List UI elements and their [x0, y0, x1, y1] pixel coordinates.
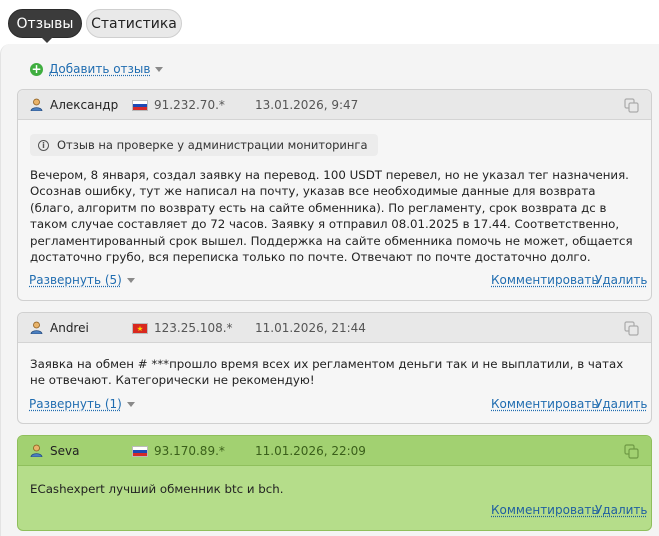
review-author: Александр [50, 98, 119, 112]
copy-icon[interactable] [624, 98, 639, 113]
expand-comments-link[interactable]: Развернуть (1) [29, 397, 135, 411]
review-header: Andrei 123.25.108.* 11.01.2026, 21:44 [18, 313, 651, 343]
flag-russia-icon [132, 100, 148, 111]
review-author: Seva [50, 444, 80, 458]
chevron-down-icon [155, 66, 164, 72]
review-card-positive: Seva 93.170.89.* 11.01.2026, 22:09 ECash… [17, 435, 652, 531]
expand-comments-label: Развернуть (5) [29, 273, 122, 287]
comment-link[interactable]: Комментировать [491, 273, 598, 287]
add-review-label: Добавить отзыв [49, 62, 151, 76]
review-date: 11.01.2026, 21:44 [255, 321, 366, 335]
tab-statistics[interactable]: Статистика [86, 9, 182, 38]
user-icon [30, 321, 43, 334]
chevron-down-icon [126, 278, 135, 283]
user-icon [30, 98, 43, 111]
expand-comments-link[interactable]: Развернуть (5) [29, 273, 135, 287]
review-ip: 91.232.70.* [154, 98, 225, 112]
comment-link[interactable]: Комментировать [491, 503, 598, 517]
review-text: Заявка на обмен # ***прошло время всех и… [30, 357, 624, 388]
add-review-button[interactable]: + Добавить отзыв [30, 60, 164, 78]
chevron-down-icon [126, 402, 135, 407]
review-header: Seva 93.170.89.* 11.01.2026, 22:09 [18, 436, 651, 466]
moderation-notice-text: Отзыв на проверке у администрации монито… [57, 138, 368, 152]
user-icon [30, 444, 43, 457]
review-date: 11.01.2026, 22:09 [255, 444, 366, 458]
delete-link[interactable]: Удалить [595, 273, 648, 287]
delete-link[interactable]: Удалить [595, 503, 648, 517]
info-icon: i [38, 139, 49, 151]
review-author: Andrei [50, 321, 89, 335]
comment-link[interactable]: Комментировать [491, 397, 598, 411]
plus-circle-icon: + [30, 61, 43, 76]
expand-comments-label: Развернуть (1) [29, 397, 122, 411]
flag-vietnam-icon [132, 323, 148, 334]
copy-icon[interactable] [624, 444, 639, 459]
delete-link[interactable]: Удалить [595, 397, 648, 411]
review-ip: 123.25.108.* [154, 321, 233, 335]
review-header: Александр 91.232.70.* 13.01.2026, 9:47 [18, 90, 651, 120]
review-date: 13.01.2026, 9:47 [255, 98, 359, 112]
review-text: ECashexpert лучший обменник btc и bch. [30, 482, 284, 496]
tabs-bar: Отзывы Статистика [0, 0, 659, 44]
flag-russia-icon [132, 446, 148, 457]
copy-icon[interactable] [624, 321, 639, 336]
review-ip: 93.170.89.* [154, 444, 225, 458]
moderation-notice: i Отзыв на проверке у администрации мони… [30, 134, 378, 156]
review-card: Andrei 123.25.108.* 11.01.2026, 21:44 За… [17, 312, 652, 424]
tab-reviews[interactable]: Отзывы [8, 9, 82, 43]
review-text: Вечером, 8 января, создал заявку на пере… [30, 168, 633, 265]
review-card: Александр 91.232.70.* 13.01.2026, 9:47 i… [17, 89, 652, 301]
